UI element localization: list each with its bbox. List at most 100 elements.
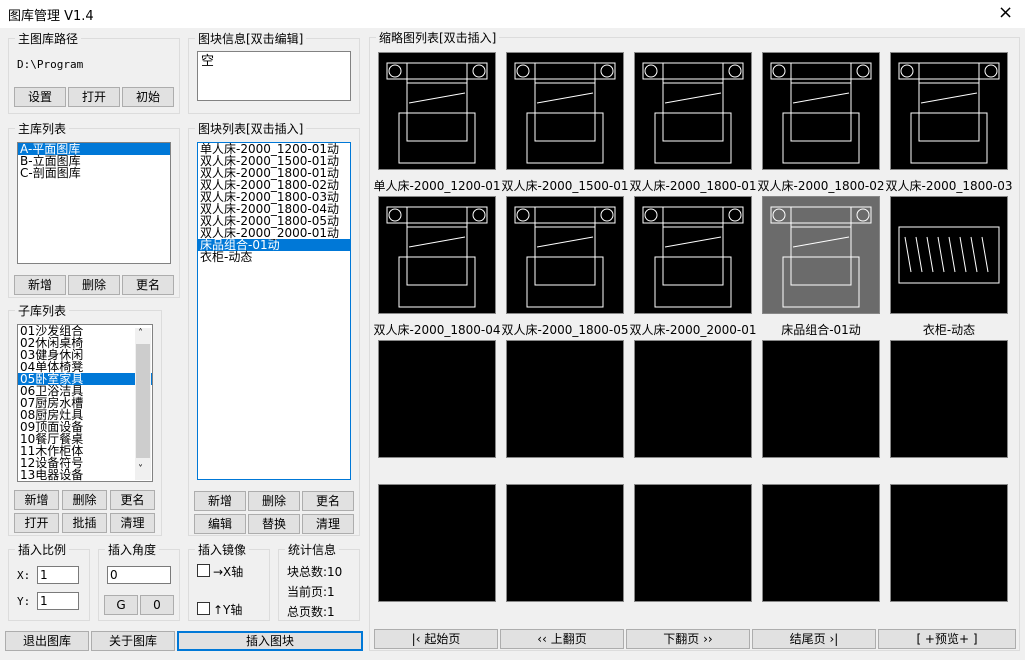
stats-current-page: 当前页:1 (287, 585, 335, 599)
thumbnail-label: 双人床-2000_1800-02 (757, 179, 885, 193)
group-label: 图块列表[双击插入] (195, 120, 307, 137)
thumbnail[interactable] (634, 196, 752, 314)
thumbnail[interactable] (890, 340, 1008, 458)
thumbnail[interactable] (762, 196, 880, 314)
title-bar (0, 0, 1025, 28)
block-preview-icon (642, 62, 744, 164)
block-preview-icon (898, 226, 1000, 284)
sub-lib-list[interactable]: 01沙发组合 02休闲桌椅 03健身休闲 04单体椅凳 05卧室家具 06卫浴洁具 07厨房… (17, 324, 153, 482)
block-preview-icon (898, 62, 1000, 164)
thumbnail-label: 双人床-2000_1800-03 (885, 179, 1013, 193)
thumbnail[interactable] (762, 484, 880, 602)
sub-lib-add-button[interactable]: 新增 (14, 490, 59, 510)
sub-lib-item[interactable]: 13电器设备 (18, 469, 152, 481)
block-list-item[interactable]: 衣柜-动态 (198, 251, 350, 263)
main-lib-delete-button[interactable]: 删除 (68, 275, 120, 295)
block-edit-button[interactable]: 编辑 (194, 514, 246, 534)
group-label: 主库列表 (15, 120, 70, 137)
scroll-down-icon[interactable]: ˅ (138, 464, 143, 475)
block-preview-icon (514, 206, 616, 308)
open-path-button[interactable]: 打开 (68, 87, 120, 107)
thumbnail[interactable] (506, 196, 624, 314)
thumbnail[interactable] (762, 52, 880, 170)
sub-lib-open-button[interactable]: 打开 (14, 513, 59, 533)
first-page-button[interactable]: |‹ 起始页 (374, 629, 498, 649)
sub-lib-delete-button[interactable]: 删除 (62, 490, 107, 510)
stats-total: 块总数:10 (287, 565, 343, 579)
thumbnail[interactable] (890, 484, 1008, 602)
last-page-button[interactable]: 结尾页 ›| (752, 629, 876, 649)
block-list[interactable]: 单人床-2000_1200-01动 双人床-2000_1500-01动 双人床-20… (197, 142, 351, 480)
main-lib-item[interactable]: C-剖面图库 (18, 167, 170, 179)
group-label: 插入角度 (105, 541, 160, 558)
scale-x-label: X: (17, 569, 31, 582)
group-label: 子库列表 (15, 302, 70, 319)
block-preview-icon (386, 206, 488, 308)
block-preview-icon (770, 206, 872, 308)
angle-input[interactable]: 0 (107, 566, 171, 584)
scrollbar-thumb[interactable] (136, 344, 150, 458)
scale-y-input[interactable]: 1 (37, 592, 79, 610)
main-lib-add-button[interactable]: 新增 (14, 275, 66, 295)
scale-y-label: Y: (17, 595, 31, 608)
thumbnail-label: 双人床-2000_1500-01 (501, 179, 629, 193)
thumbnail-label: 双人床-2000_1800-05 (501, 323, 629, 337)
about-button[interactable]: 关于图库 (91, 631, 175, 651)
group-label: 图块信息[双击编辑] (195, 30, 307, 47)
block-rename-button[interactable]: 更名 (302, 491, 354, 511)
thumbnail[interactable] (634, 340, 752, 458)
sub-lib-clean-button[interactable]: 清理 (110, 513, 155, 533)
main-lib-rename-button[interactable]: 更名 (122, 275, 174, 295)
thumbnail[interactable] (506, 484, 624, 602)
block-preview-icon (514, 62, 616, 164)
init-button[interactable]: 初始 (122, 87, 174, 107)
block-clean-button[interactable]: 清理 (302, 514, 354, 534)
block-preview-icon (770, 62, 872, 164)
group-label: 插入比例 (15, 541, 70, 558)
thumbnail[interactable] (890, 52, 1008, 170)
thumbnail[interactable] (762, 340, 880, 458)
mirror-y-checkbox[interactable] (197, 602, 210, 615)
thumbnail-label: 双人床-2000_1800-04 (373, 323, 501, 337)
thumbnail-label: 衣柜-动态 (922, 323, 976, 337)
thumbnail[interactable] (634, 52, 752, 170)
close-icon[interactable]: × (998, 2, 1013, 23)
thumbnail-label: 单人床-2000_1200-01 (373, 179, 501, 193)
batch-insert-button[interactable]: 批插 (62, 513, 107, 533)
scale-x-input[interactable]: 1 (37, 566, 79, 584)
next-page-button[interactable]: 下翻页 ›› (626, 629, 750, 649)
preview-button[interactable]: [ +预览+ ] (878, 629, 1016, 649)
thumbnail[interactable] (506, 340, 624, 458)
sub-lib-scrollbar[interactable]: ˄ ˅ (135, 328, 151, 480)
angle-zero-button[interactable]: 0 (140, 595, 174, 615)
prev-page-button[interactable]: ‹‹ 上翻页 (500, 629, 624, 649)
thumbnail[interactable] (378, 52, 496, 170)
thumbnail[interactable] (378, 484, 496, 602)
thumbnail[interactable] (378, 340, 496, 458)
setup-button[interactable]: 设置 (14, 87, 66, 107)
window-title: 图库管理 V1.4 (8, 9, 94, 24)
insert-block-button[interactable]: 插入图块 (177, 631, 363, 651)
angle-g-button[interactable]: G (104, 595, 138, 615)
thumbnail-label: 床品组合-01动 (781, 323, 861, 337)
group-label: 插入镜像 (195, 541, 250, 558)
block-replace-button[interactable]: 替换 (248, 514, 300, 534)
group-label: 缩略图列表[双击插入] (376, 29, 500, 46)
scroll-up-icon[interactable]: ˄ (138, 328, 143, 339)
thumbnail[interactable] (378, 196, 496, 314)
block-add-button[interactable]: 新增 (194, 491, 246, 511)
group-label: 主图库路径 (15, 30, 82, 47)
exit-button[interactable]: 退出图库 (5, 631, 89, 651)
thumbnail[interactable] (506, 52, 624, 170)
block-delete-button[interactable]: 删除 (248, 491, 300, 511)
mirror-x-checkbox[interactable] (197, 564, 210, 577)
block-info-textbox[interactable]: 空 (197, 51, 351, 101)
block-preview-icon (386, 62, 488, 164)
mirror-y-label: ↑Y轴 (213, 603, 243, 617)
main-path-value: D:\Program (17, 58, 84, 71)
thumbnail[interactable] (634, 484, 752, 602)
sub-lib-rename-button[interactable]: 更名 (110, 490, 155, 510)
thumbnail-label: 双人床-2000_2000-01 (629, 323, 757, 337)
main-lib-list[interactable]: A-平面图库 B-立面图库 C-剖面图库 (17, 142, 171, 264)
thumbnail[interactable] (890, 196, 1008, 314)
